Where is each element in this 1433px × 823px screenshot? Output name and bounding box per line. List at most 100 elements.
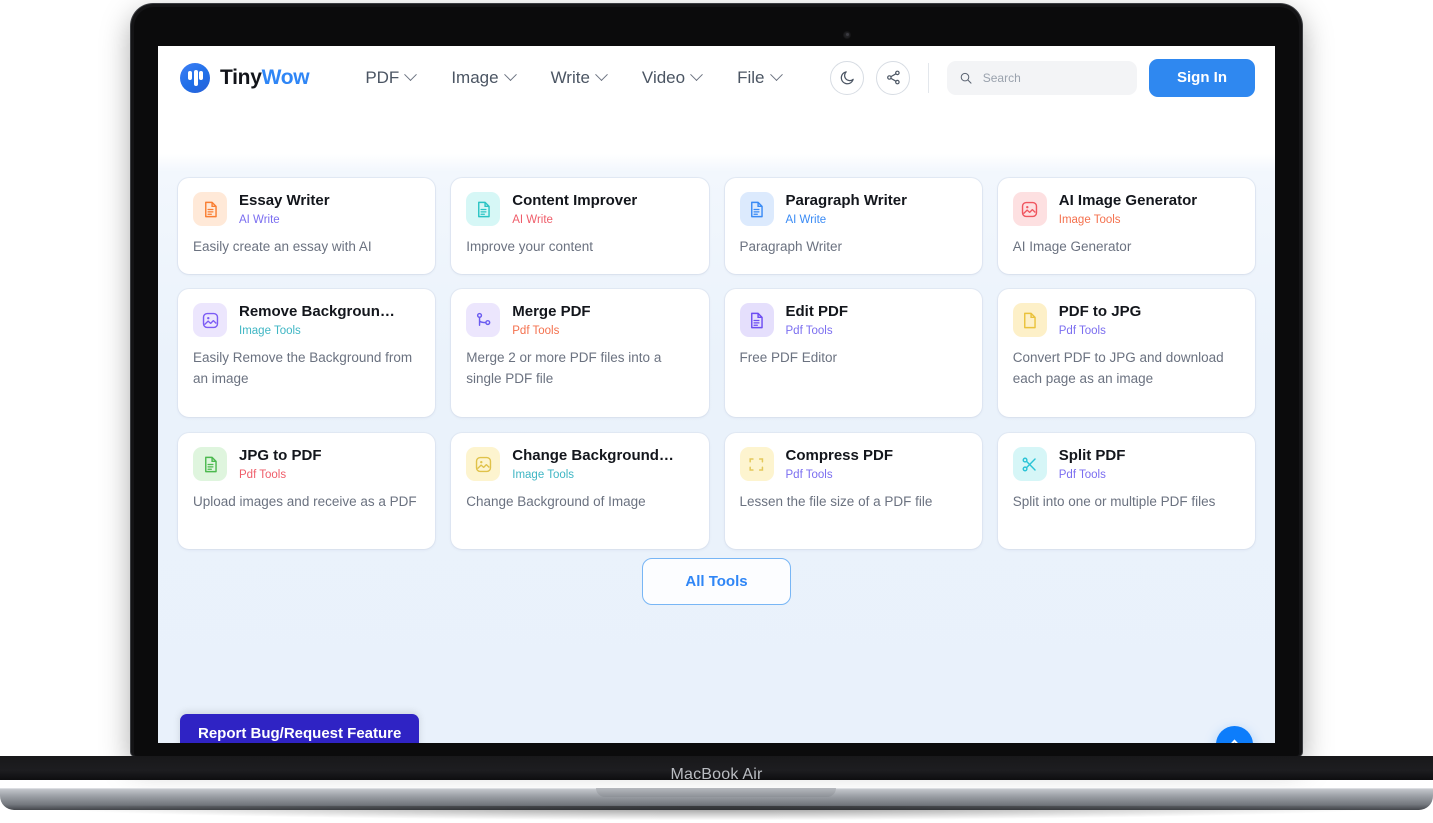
tool-description: Lessen the file size of a PDF file: [739, 494, 933, 510]
tool-card-header: Compress PDF Pdf Tools: [739, 447, 967, 482]
tool-category: AI Write: [785, 214, 827, 227]
chevron-up-icon: [1226, 739, 1243, 743]
tool-category: Image Tools: [239, 325, 301, 338]
brand-name-prefix: Tiny: [220, 65, 262, 89]
tool-description: Change Background of Image: [466, 494, 646, 510]
main-nav: PDF Image Write Video File: [365, 67, 783, 88]
all-tools-section: All Tools: [158, 558, 1275, 605]
tool-title: Change Background…: [512, 447, 674, 464]
sign-in-button[interactable]: Sign In: [1149, 58, 1255, 97]
tool-card-header: Edit PDF Pdf Tools: [739, 303, 967, 338]
nav-item-video[interactable]: Video: [641, 67, 703, 88]
report-bug-button[interactable]: Report Bug/Request Feature: [180, 714, 420, 743]
laptop-shadow: [40, 806, 1393, 820]
brand-name: TinyWow: [220, 65, 310, 90]
tool-card-change-background[interactable]: Change Background… Image Tools Change Ba…: [451, 433, 709, 549]
tool-card-paragraph-writer[interactable]: Paragraph Writer AI Write Paragraph Writ…: [724, 178, 982, 274]
scissors-icon: [1012, 447, 1047, 481]
chevron-down-icon: [404, 68, 418, 82]
tool-card-compress-pdf[interactable]: Compress PDF Pdf Tools Lessen the file s…: [724, 433, 982, 549]
tool-card-essay-writer[interactable]: Essay Writer AI Write Easily create an e…: [178, 178, 436, 274]
search-icon: [960, 72, 972, 84]
tool-title: Compress PDF: [785, 447, 894, 464]
document-blank-icon: [1012, 303, 1047, 337]
moon-icon: [840, 71, 854, 85]
tool-card-ai-image-generator[interactable]: AI Image Generator Image Tools AI Image …: [997, 178, 1255, 274]
brand-logo[interactable]: TinyWow: [180, 62, 310, 93]
tool-category: Pdf Tools: [785, 469, 833, 482]
tool-description: Easily Remove the Background from an ima…: [193, 350, 413, 386]
tool-description: Free PDF Editor: [739, 350, 838, 366]
tool-card-merge-pdf[interactable]: Merge PDF Pdf Tools Merge 2 or more PDF …: [451, 289, 709, 417]
nav-item-label: PDF: [365, 67, 400, 87]
search-box[interactable]: [947, 60, 1137, 95]
tool-category: Pdf Tools: [512, 325, 560, 338]
dark-mode-toggle[interactable]: [830, 60, 864, 95]
tool-card-header: Remove Backgroun… Image Tools: [193, 303, 420, 337]
tool-category: Pdf Tools: [1058, 325, 1106, 338]
nav-item-write[interactable]: Write: [551, 68, 608, 88]
search-input[interactable]: [982, 70, 1125, 85]
tool-title: Split PDF: [1058, 447, 1126, 464]
tool-title: JPG to PDF: [239, 447, 322, 464]
scroll-to-top-button[interactable]: [1216, 726, 1253, 743]
tool-category: Image Tools: [512, 469, 575, 482]
all-tools-button[interactable]: All Tools: [642, 558, 791, 605]
share-button[interactable]: [876, 60, 910, 95]
tool-description: AI Image Generator: [1012, 239, 1132, 255]
document-lines-icon: [193, 447, 227, 481]
tool-grid-row-3: JPG to PDF Pdf Tools Upload images and r…: [178, 433, 1255, 549]
tool-category: Image Tools: [1058, 214, 1121, 227]
tool-description: Merge 2 or more PDF files into a single …: [466, 350, 662, 386]
screenshot-stage: TinyWow PDF Image Write Video File Searc…: [0, 0, 1433, 823]
tool-card-header: Merge PDF Pdf Tools: [466, 303, 693, 337]
tool-card-remove-background[interactable]: Remove Backgroun… Image Tools Easily Rem…: [178, 289, 436, 417]
tool-card-edit-pdf[interactable]: Edit PDF Pdf Tools Free PDF Editor: [724, 289, 982, 417]
site-header: TinyWow PDF Image Write Video File Searc…: [158, 46, 1275, 109]
nav-item-label: Image: [451, 67, 499, 87]
chevron-down-icon: [690, 68, 703, 82]
tool-title: Content Improver: [512, 192, 638, 209]
tool-card-header: JPG to PDF Pdf Tools: [193, 447, 420, 481]
tool-card-split-pdf[interactable]: Split PDF Pdf Tools Split into one or mu…: [997, 433, 1255, 549]
document-lines-icon: [193, 192, 227, 226]
tool-card-header: Split PDF Pdf Tools: [1012, 447, 1240, 482]
tool-description: Improve your content: [466, 239, 594, 255]
tool-card-pdf-to-jpg[interactable]: PDF to JPG Pdf Tools Convert PDF to JPG …: [997, 289, 1255, 417]
tool-title: AI Image Generator: [1058, 192, 1198, 209]
share-icon: [886, 70, 900, 85]
image-photo-icon: [466, 447, 501, 481]
tool-category: Pdf Tools: [785, 325, 833, 338]
tool-card-header: PDF to JPG Pdf Tools: [1012, 303, 1240, 338]
nav-item-pdf[interactable]: PDF: [365, 67, 418, 88]
tool-title: Remove Backgroun…: [239, 303, 395, 320]
tool-card-content-improver[interactable]: Content Improver AI Write Improve your c…: [451, 178, 709, 274]
tool-description: Split into one or multiple PDF files: [1012, 494, 1216, 510]
device-label: MacBook Air: [670, 766, 763, 783]
tool-category: Pdf Tools: [239, 469, 287, 482]
nav-item-file[interactable]: File: [737, 67, 783, 88]
tool-description: Easily create an essay with AI: [193, 239, 372, 255]
tool-card-header: Essay Writer AI Write: [193, 192, 420, 226]
laptop-base-notch: [596, 788, 836, 797]
tool-title: Essay Writer: [239, 192, 330, 209]
tool-title: Merge PDF: [512, 303, 591, 320]
webcam-icon: [843, 31, 851, 39]
header-actions: Sign In: [830, 58, 1255, 97]
nav-item-label: Video: [641, 67, 686, 87]
nav-item-label: File: [737, 67, 765, 87]
tool-category: Pdf Tools: [1058, 469, 1106, 482]
browser-viewport: TinyWow PDF Image Write Video File Searc…: [158, 46, 1275, 743]
tool-card-jpg-to-pdf[interactable]: JPG to PDF Pdf Tools Upload images and r…: [178, 433, 436, 549]
tool-description: Convert PDF to JPG and download each pag…: [1012, 350, 1224, 386]
chevron-down-icon: [595, 68, 608, 82]
brand-name-suffix: Wow: [261, 65, 310, 89]
document-lines-icon: [739, 192, 774, 226]
tool-title: PDF to JPG: [1058, 303, 1142, 320]
tool-title: Edit PDF: [785, 303, 849, 320]
nav-item-image[interactable]: Image: [451, 67, 517, 88]
tool-card-header: AI Image Generator Image Tools: [1012, 192, 1240, 227]
tool-title: Paragraph Writer: [785, 192, 907, 209]
tinywow-page: TinyWow PDF Image Write Video File Searc…: [158, 46, 1275, 743]
image-photo-icon: [193, 303, 227, 337]
